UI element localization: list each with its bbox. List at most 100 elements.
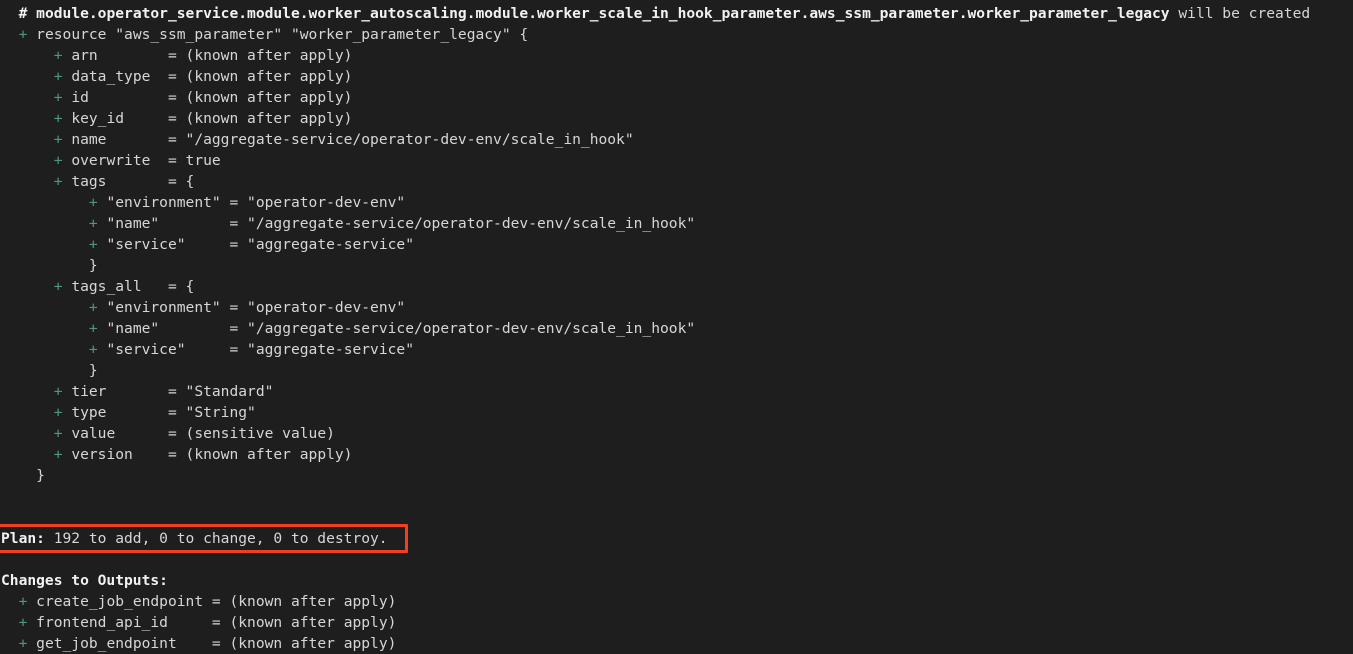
attribute-text: key_id = (known after apply) [71,110,353,127]
plus-sign-icon: + [88,320,98,337]
attribute-text: "environment" = "operator-dev-env" [106,194,406,211]
attribute-text: arn = (known after apply) [71,47,353,64]
attribute-text: version = (known after apply) [71,446,353,463]
attribute-line: + "environment" = "operator-dev-env" [0,297,1353,318]
plan-summary-line: Plan: 192 to add, 0 to change, 0 to dest… [0,528,1353,549]
attribute-text: data_type = (known after apply) [71,68,353,85]
plus-sign-icon: + [53,173,63,190]
plus-sign-icon: + [88,341,98,358]
outputs-header: Changes to Outputs: [1,572,168,589]
attribute-text: name = "/aggregate-service/operator-dev-… [71,131,634,148]
output-line: + frontend_api_id = (known after apply) [0,612,1353,633]
attribute-line: + tags = { [0,171,1353,192]
attribute-line: + "service" = "aggregate-service" [0,339,1353,360]
output-line: + create_job_endpoint = (known after app… [0,591,1353,612]
plus-sign-icon: + [53,278,63,295]
attribute-line: + "service" = "aggregate-service" [0,234,1353,255]
plan-summary-detail: 192 to add, 0 to change, 0 to destroy. [44,530,388,547]
attribute-line: } [0,255,1353,276]
attribute-line: + tier = "Standard" [0,381,1353,402]
attribute-text: "service" = "aggregate-service" [106,341,414,358]
outputs-header-line: Changes to Outputs: [0,570,1353,591]
plus-sign-icon: + [88,299,98,316]
attribute-text: } [88,257,98,274]
attribute-line: + id = (known after apply) [0,87,1353,108]
plus-sign-icon: + [53,68,63,85]
plus-sign-icon: + [53,47,63,64]
attribute-line: + "name" = "/aggregate-service/operator-… [0,318,1353,339]
attribute-line: + "name" = "/aggregate-service/operator-… [0,213,1353,234]
attribute-line: + version = (known after apply) [0,444,1353,465]
attribute-list: + arn = (known after apply) + data_type … [0,45,1353,465]
resource-header-line: # module.operator_service.module.worker_… [0,3,1353,24]
resource-declaration-text: resource "aws_ssm_parameter" "worker_par… [36,26,529,43]
plus-sign-icon: + [53,152,63,169]
resource-closing-brace-line: } [0,465,1353,486]
plan-summary-region: Plan: 192 to add, 0 to change, 0 to dest… [0,524,1353,553]
attribute-text: } [88,362,98,379]
output-text: get_job_endpoint = (known after apply) [36,635,397,652]
terminal-output-pane: # module.operator_service.module.worker_… [0,0,1353,652]
plus-sign-icon: + [18,635,28,652]
attribute-text: tier = "Standard" [71,383,274,400]
attribute-line: + data_type = (known after apply) [0,66,1353,87]
plus-sign-icon: + [53,110,63,127]
attribute-text: "name" = "/aggregate-service/operator-de… [106,215,696,232]
attribute-line: + tags_all = { [0,276,1353,297]
resource-action-text: will be created [1169,5,1311,22]
attribute-text: "name" = "/aggregate-service/operator-de… [106,320,696,337]
attribute-text: tags = { [71,173,195,190]
plus-sign-icon: + [53,425,63,442]
attribute-text: value = (sensitive value) [71,425,335,442]
plus-sign-icon: + [53,131,63,148]
attribute-line: + overwrite = true [0,150,1353,171]
attribute-line: + arn = (known after apply) [0,45,1353,66]
attribute-line: + "environment" = "operator-dev-env" [0,192,1353,213]
plus-sign-icon [71,257,80,274]
attribute-line: + value = (sensitive value) [0,423,1353,444]
output-line: + get_job_endpoint = (known after apply) [0,633,1353,654]
output-text: create_job_endpoint = (known after apply… [36,593,397,610]
plus-sign-icon: + [88,236,98,253]
attribute-text: tags_all = { [71,278,195,295]
